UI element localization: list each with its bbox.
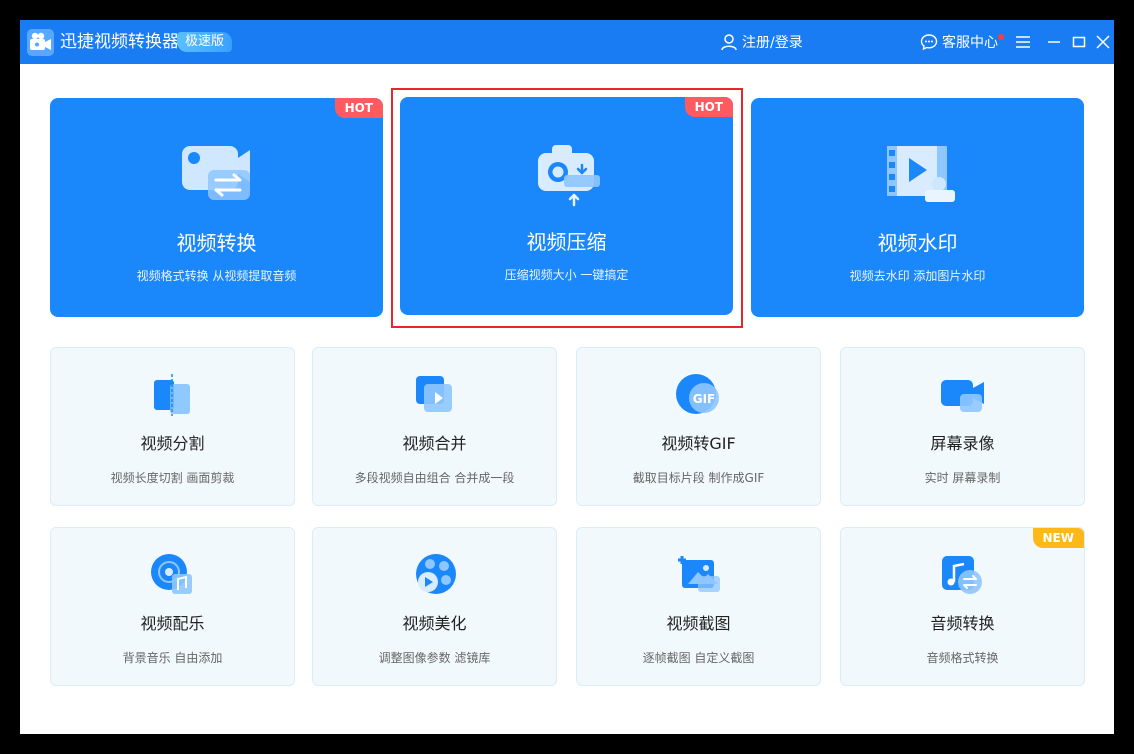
card-title: 音频转换 (930, 614, 995, 633)
new-badge: NEW (1032, 528, 1084, 548)
card-description: 压缩视频大小 一键搞定 (504, 268, 629, 282)
app-title: 迅捷视频转换器 (60, 32, 179, 52)
login-button[interactable]: 注册/登录 (720, 31, 803, 53)
card-video-to-gif[interactable]: GIF 视频转GIF 截取目标片段 制作成GIF (576, 347, 821, 506)
card-title: 视频压缩 (526, 230, 607, 254)
screen-record-icon (938, 372, 988, 418)
hot-badge: HOT (334, 98, 383, 118)
card-description: 多段视频自由组合 合并成一段 (354, 471, 515, 485)
video-beautify-icon (410, 552, 460, 598)
card-video-compress[interactable]: HOT 视频压缩 压缩视频大小 一键搞定 (400, 97, 733, 315)
card-title: 视频合并 (402, 434, 467, 453)
card-description: 调整图像参数 滤镜库 (378, 651, 491, 665)
maximize-button[interactable] (1068, 31, 1090, 53)
card-description: 逐帧截图 自定义截图 (642, 651, 755, 665)
menu-button[interactable] (1012, 31, 1034, 53)
video-watermark-icon (873, 140, 963, 212)
card-title: 视频配乐 (140, 614, 205, 633)
card-title: 视频水印 (877, 231, 958, 255)
login-label: 注册/登录 (742, 35, 803, 51)
edition-badge: 极速版 (177, 32, 233, 52)
hamburger-menu-icon (1016, 36, 1030, 48)
card-video-screenshot[interactable]: 视频截图 逐帧截图 自定义截图 (576, 527, 821, 686)
gif-icon: GIF (674, 372, 724, 418)
notification-dot (998, 34, 1004, 40)
video-compress-icon (522, 139, 612, 211)
maximize-icon (1072, 36, 1086, 48)
video-split-icon (148, 372, 198, 418)
audio-convert-icon (938, 552, 988, 598)
card-title: 视频转GIF (661, 434, 736, 453)
service-label: 客服中心 (942, 35, 998, 51)
customer-service-button[interactable]: 客服中心 (920, 31, 1004, 53)
close-button[interactable] (1092, 31, 1114, 53)
hot-badge: HOT (684, 97, 733, 117)
card-description: 背景音乐 自由添加 (122, 651, 223, 665)
card-screen-record[interactable]: 屏幕录像 实时 屏幕录制 (840, 347, 1085, 506)
close-icon (1096, 35, 1110, 49)
minimize-button[interactable] (1043, 31, 1065, 53)
card-title: 屏幕录像 (930, 434, 995, 453)
user-icon (721, 34, 737, 51)
video-merge-icon (410, 372, 460, 418)
music-disc-icon (148, 552, 198, 598)
card-video-split[interactable]: 视频分割 视频长度切割 画面剪裁 (50, 347, 295, 506)
card-video-watermark[interactable]: 视频水印 视频去水印 添加图片水印 (751, 98, 1084, 317)
card-description: 视频长度切割 画面剪裁 (110, 471, 235, 485)
minimize-icon (1048, 41, 1060, 43)
card-description: 音频格式转换 (926, 651, 999, 665)
card-description: 视频格式转换 从视频提取音频 (136, 269, 297, 283)
card-description: 截取目标片段 制作成GIF (632, 471, 765, 485)
app-logo-icon (27, 29, 54, 56)
card-title: 视频美化 (402, 614, 467, 633)
card-title: 视频转换 (176, 231, 257, 255)
card-title: 视频截图 (666, 614, 731, 633)
card-description: 视频去水印 添加图片水印 (849, 269, 986, 283)
card-video-beautify[interactable]: 视频美化 调整图像参数 滤镜库 (312, 527, 557, 686)
gif-icon-label: GIF (692, 392, 715, 406)
card-description: 实时 屏幕录制 (924, 471, 1001, 485)
card-title: 视频分割 (140, 434, 205, 453)
chat-bubble-icon (920, 34, 938, 51)
card-video-merge[interactable]: 视频合并 多段视频自由组合 合并成一段 (312, 347, 557, 506)
title-bar: 迅捷视频转换器 极速版 注册/登录 客服中心 (20, 20, 1114, 64)
app-window: 迅捷视频转换器 极速版 注册/登录 客服中心 HOT 视频转换 视频格式转换 从… (20, 20, 1114, 734)
card-video-convert[interactable]: HOT 视频转换 视频格式转换 从视频提取音频 (50, 98, 383, 317)
screenshot-icon (674, 552, 724, 598)
card-audio-convert[interactable]: NEW 音频转换 音频格式转换 (840, 527, 1085, 686)
card-video-music[interactable]: 视频配乐 背景音乐 自由添加 (50, 527, 295, 686)
video-convert-icon (172, 140, 262, 212)
